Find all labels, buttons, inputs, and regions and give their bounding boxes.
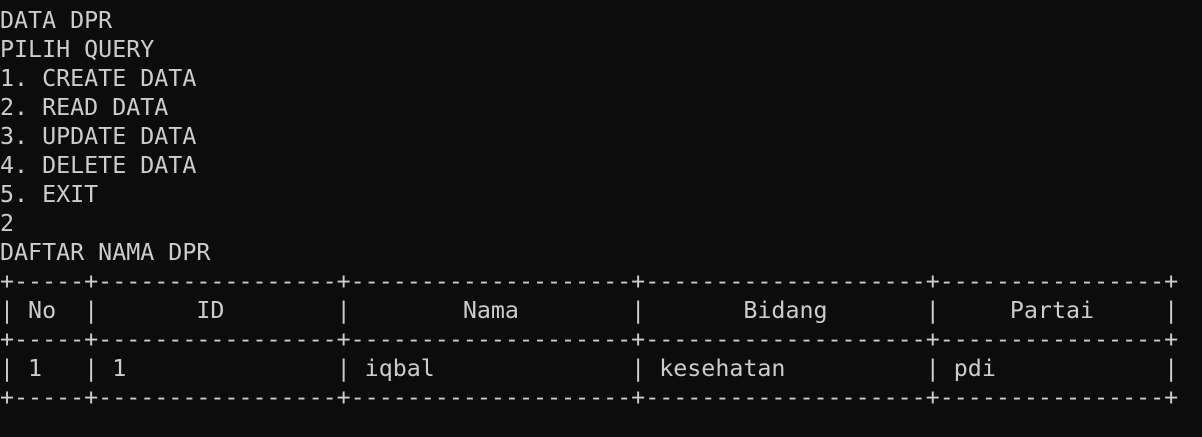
list-title: DAFTAR NAMA DPR: [0, 239, 211, 266]
menu-option-update: 3. UPDATE DATA: [0, 123, 197, 150]
table-border-top: +-----+-----------------+---------------…: [0, 268, 1179, 295]
table-row: | 1 | 1 | iqbal | kesehatan | pdi |: [0, 355, 1179, 382]
header-title: DATA DPR: [0, 7, 113, 34]
terminal-window[interactable]: DATA DPR PILIH QUERY 1. CREATE DATA 2. R…: [0, 0, 1202, 437]
table-border-bottom: +-----+-----------------+---------------…: [0, 384, 1179, 411]
menu-option-read: 2. READ DATA: [0, 94, 169, 121]
user-input: 2: [0, 210, 15, 237]
query-prompt: PILIH QUERY: [0, 36, 155, 63]
table-border-header: +-----+-----------------+---------------…: [0, 326, 1179, 353]
table-header-row: | No | ID | Nama | Bidang | Partai |: [0, 297, 1179, 324]
menu-option-exit: 5. EXIT: [0, 181, 99, 208]
menu-option-delete: 4. DELETE DATA: [0, 152, 197, 179]
menu-option-create: 1. CREATE DATA: [0, 65, 197, 92]
